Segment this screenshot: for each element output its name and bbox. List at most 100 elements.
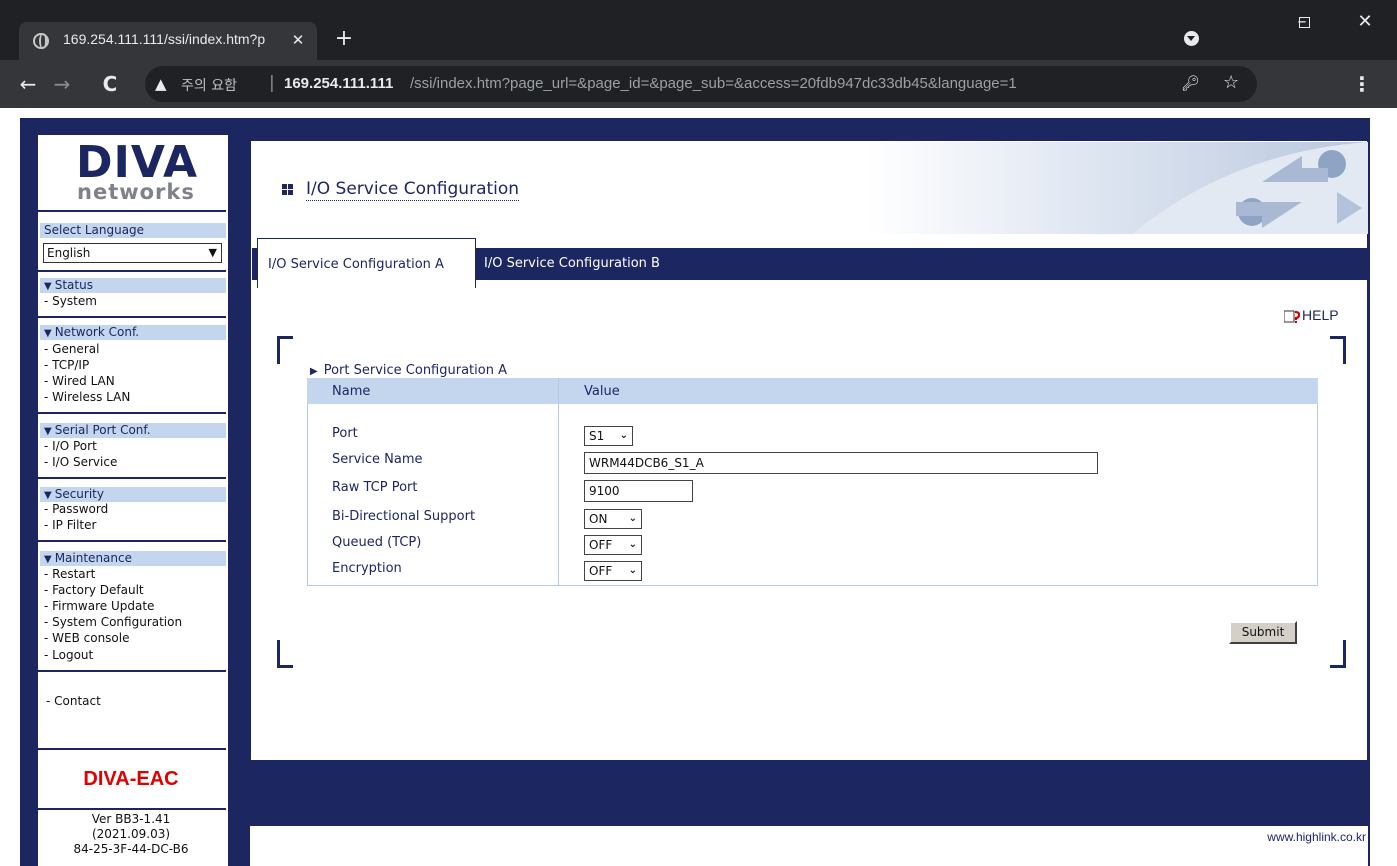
service-name-input[interactable]: WRM44DCB6_S1_A: [584, 452, 1098, 474]
port-select[interactable]: S1 ⌄: [584, 426, 633, 446]
sidebar-item-ip-filter[interactable]: - IP Filter: [44, 518, 96, 533]
triangle-down-icon: ▼: [44, 490, 52, 501]
sidebar-item-restart[interactable]: - Restart: [44, 567, 95, 582]
raw-tcp-port-input[interactable]: 9100: [584, 480, 693, 502]
browser-tab-bar: 169.254.111.111/ssi/index.htm?p ✕ + – ✕: [0, 0, 1397, 60]
sidebar-header-label: Serial Port Conf.: [54, 423, 151, 437]
sidebar-item-io-service[interactable]: - I/O Service: [44, 455, 117, 470]
sidebar-header-status[interactable]: ▼ Status: [40, 278, 226, 293]
star-icon[interactable]: ☆: [1223, 72, 1239, 93]
sidebar-item-factory-default[interactable]: - Factory Default: [44, 583, 144, 598]
url-bar[interactable]: ▲ 주의 요함 | 169.254.111.111 /ssi/index.htm…: [145, 66, 1257, 102]
column-divider: [558, 378, 559, 586]
sidebar-divider: [38, 270, 226, 272]
chevron-down-icon: ⌄: [628, 539, 637, 550]
sidebar-item-wired-lan[interactable]: - Wired LAN: [44, 374, 115, 389]
globe-icon: [33, 33, 49, 49]
bidirectional-select[interactable]: ON ⌄: [584, 509, 642, 529]
sidebar-header-label: Status: [54, 278, 93, 292]
sidebar-item-general[interactable]: - General: [44, 342, 99, 357]
submit-button[interactable]: Submit: [1229, 621, 1297, 644]
raw-tcp-port-label: Raw TCP Port: [332, 480, 418, 495]
key-icon[interactable]: 🔑︎: [1181, 74, 1200, 92]
sidebar-item-logout[interactable]: - Logout: [44, 648, 93, 663]
maximize-icon[interactable]: [1284, 8, 1324, 36]
encryption-select[interactable]: OFF ⌄: [584, 561, 642, 581]
language-value: English: [47, 246, 91, 260]
reload-icon[interactable]: C: [96, 70, 124, 98]
queued-value: OFF: [589, 538, 613, 552]
sidebar-header-label: Network Conf.: [54, 325, 140, 339]
profile-icon[interactable]: [1184, 31, 1199, 46]
triangle-down-icon: ▼: [44, 426, 52, 437]
help-link[interactable]: HELP: [1302, 307, 1339, 323]
tab-config-b[interactable]: I/O Service Configuration B: [484, 256, 660, 272]
encryption-value: OFF: [589, 564, 613, 578]
triangle-down-icon: ▼: [44, 328, 52, 339]
triangle-down-icon: ▼: [44, 554, 52, 565]
triangle-right-icon: ▶: [310, 366, 318, 377]
table-header: [307, 378, 1318, 404]
sidebar-item-tcpip[interactable]: - TCP/IP: [44, 358, 89, 373]
warning-icon[interactable]: ▲: [155, 75, 167, 93]
sidebar-item-wireless-lan[interactable]: - Wireless LAN: [44, 390, 130, 405]
sidebar-header-label: Maintenance: [54, 551, 132, 565]
back-icon[interactable]: ←: [14, 70, 42, 98]
encryption-label: Encryption: [332, 561, 402, 576]
chevron-down-icon: ▼: [208, 246, 217, 259]
sidebar-divider: [38, 808, 226, 810]
sidebar-item-firmware-update[interactable]: - Firmware Update: [44, 599, 154, 614]
build-date-line: (2021.09.03): [91, 827, 171, 841]
sidebar-item-io-port[interactable]: - I/O Port: [44, 439, 97, 454]
security-label[interactable]: 주의 요함: [181, 75, 237, 95]
sidebar-item-web-console[interactable]: - WEB console: [44, 631, 130, 646]
sidebar-divider: [38, 316, 226, 318]
plus-icon[interactable]: +: [332, 27, 356, 51]
sidebar-item-system-configuration[interactable]: - System Configuration: [44, 615, 182, 630]
sidebar-item-password[interactable]: - Password: [44, 502, 108, 517]
bidirectional-label: Bi-Directional Support: [332, 509, 476, 524]
select-language-label: Select Language: [40, 223, 226, 238]
sidebar-header-label: Security: [54, 487, 104, 501]
url-path: /ssi/index.htm?page_url=&page_id=&page_s…: [410, 75, 1017, 92]
sidebar-header-security[interactable]: ▼ Security: [40, 487, 226, 502]
logo-networks: networks: [77, 180, 195, 204]
sidebar-header-serial[interactable]: ▼ Serial Port Conf.: [40, 423, 226, 438]
browser-tab-title: 169.254.111.111/ssi/index.htm?p: [63, 31, 266, 47]
sidebar-divider: [38, 748, 226, 750]
browser-tab[interactable]: 169.254.111.111/ssi/index.htm?p ✕: [19, 22, 317, 60]
column-header-value: Value: [584, 384, 620, 399]
chevron-down-icon: ⌄: [619, 430, 628, 441]
chevron-down-icon: ⌄: [628, 513, 637, 524]
service-name-label: Service Name: [332, 452, 423, 467]
sidebar-divider: [38, 412, 226, 414]
sidebar-item-system[interactable]: - System: [44, 294, 97, 309]
forward-icon[interactable]: →: [48, 70, 76, 98]
tab-config-a[interactable]: I/O Service Configuration A: [257, 238, 476, 288]
footer-band: [250, 760, 1368, 826]
column-header-name: Name: [332, 384, 371, 399]
box-corner: [1330, 336, 1346, 364]
box-corner: [277, 336, 293, 364]
sidebar-divider: [38, 670, 226, 672]
sidebar-divider: [38, 210, 226, 212]
model-label: DIVA-EAC: [83, 768, 179, 790]
box-corner: [277, 640, 293, 668]
sidebar-item-contact[interactable]: - Contact: [46, 694, 101, 709]
language-select[interactable]: English ▼: [43, 243, 222, 263]
section-title-text: Port Service Configuration A: [323, 363, 507, 378]
footer-url[interactable]: www.highlink.co.kr: [1200, 830, 1366, 844]
chevron-down-icon: ⌄: [628, 565, 637, 576]
triangle-down-icon: ▼: [44, 281, 52, 292]
address-bar-row: ← → C ▲ 주의 요함 | 169.254.111.111 /ssi/ind…: [0, 60, 1397, 108]
url-separator: |: [269, 73, 275, 93]
close-window-icon[interactable]: ✕: [1345, 8, 1385, 36]
close-icon[interactable]: ✕: [287, 29, 309, 51]
sidebar-header-maintenance[interactable]: ▼ Maintenance: [40, 551, 226, 566]
title-bullet-icon: [282, 184, 294, 196]
help-book-icon: [1284, 310, 1300, 323]
sidebar-header-network[interactable]: ▼ Network Conf.: [40, 325, 226, 340]
queued-select[interactable]: OFF ⌄: [584, 535, 642, 555]
box-corner: [1330, 640, 1346, 668]
menu-icon[interactable]: ⋮: [1352, 70, 1372, 98]
